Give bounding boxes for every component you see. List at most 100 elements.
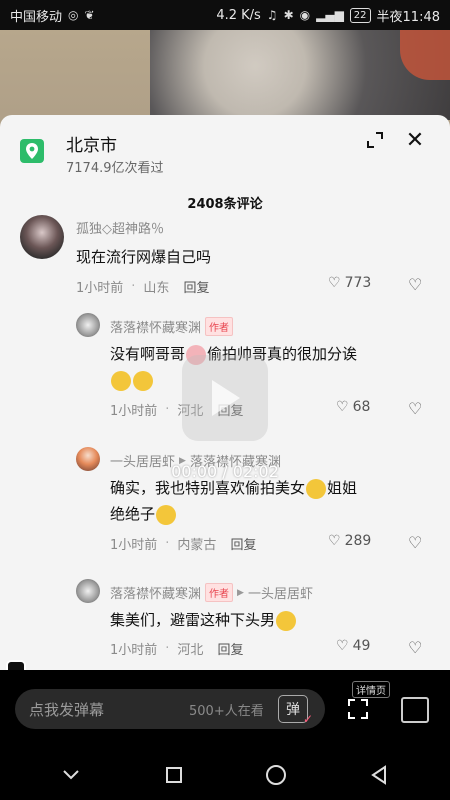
reply-button[interactable]: 回复 — [183, 277, 209, 296]
location-title[interactable]: 北京市 — [66, 131, 117, 156]
comment-author[interactable]: 落落襟怀藏寒渊 作者 ▶ 一头居居虾 — [110, 583, 313, 602]
notification-icon: ◎ — [68, 8, 79, 22]
bottom-bar: 点我发弹幕 500+人在看 弹 ✓ 详情页 — [0, 670, 450, 750]
avatar[interactable] — [20, 215, 64, 259]
dislike-icon[interactable]: ♡ — [408, 638, 422, 657]
battery-level: 22 — [349, 7, 371, 23]
wechat-icon: ❦ — [84, 8, 95, 22]
like-button[interactable]: ♡ 289 — [328, 533, 371, 549]
comment-item: 孤独◇超神路％ 现在流行网爆自己吗 1小时前 · 山东 回复 ♡ 773 ♡ — [0, 215, 450, 305]
chevron-down-icon[interactable] — [51, 760, 91, 790]
signal-icon: ▂▄▆ — [316, 8, 344, 22]
status-bar: 中国移动 ◎ ❦ 4.2 K/s ♫ ✱ ◉ ▂▄▆ 22 半夜11:48 — [0, 0, 450, 30]
check-icon: ✓ — [302, 712, 313, 726]
bluetooth-icon: ✱ — [283, 8, 294, 22]
network-speed: 4.2 K/s — [216, 7, 261, 23]
comment-time: 1小时前 — [76, 281, 124, 296]
author-badge: 作者 — [205, 317, 234, 336]
heart-icon: ♡ — [336, 399, 349, 415]
author-name[interactable]: 孤独◇超神路％ — [76, 218, 164, 237]
reply-to-name[interactable]: 一头居居虾 — [248, 583, 313, 602]
video-progress-time: 00:00 / 02:02 — [171, 462, 279, 481]
comment-meta: 1小时前 · 山东 回复 — [76, 277, 209, 296]
back-icon[interactable] — [359, 760, 399, 790]
separator-dot: · — [131, 279, 136, 294]
headphone-icon: ♫ — [266, 8, 278, 22]
comment-text-part: 绝绝子 — [110, 505, 156, 523]
fullscreen-icon[interactable] — [347, 698, 369, 720]
danmu-placeholder: 点我发弹幕 — [29, 700, 105, 719]
comment-time: 1小时前 — [110, 643, 158, 658]
clock: 半夜11:48 — [376, 9, 440, 25]
comment-text-part: 没有啊哥哥 — [110, 345, 186, 363]
eye-icon: ◉ — [299, 8, 311, 22]
comment-count: 2408条评论 — [187, 197, 263, 212]
comment-text-part: 确实，我也特别喜欢偷拍美女 — [110, 479, 306, 497]
laughing-emoji-icon — [111, 370, 131, 391]
comment-text-part: 集美们，避雷这种下头男 — [110, 611, 276, 629]
separator-dot: · — [165, 402, 170, 417]
comment-author[interactable]: 孤独◇超神路％ — [76, 218, 164, 237]
comment-text: 现在流行网爆自己吗 — [76, 248, 212, 266]
smile-emoji-icon — [276, 610, 297, 631]
like-button[interactable]: ♡ 49 — [336, 638, 370, 654]
expand-icon[interactable] — [364, 129, 386, 151]
danmu-toggle-label: 弹 — [286, 702, 300, 718]
like-count: 68 — [352, 399, 371, 415]
like-button[interactable]: ♡ 68 — [336, 399, 370, 415]
like-count: 289 — [344, 533, 372, 549]
laughing-emoji-icon — [306, 478, 327, 499]
reply-arrow-icon: ▶ — [237, 587, 244, 598]
comment-text: 确实，我也特别喜欢偷拍美女 姐姐 绝绝子 — [110, 475, 440, 527]
comment-author[interactable]: 落落襟怀藏寒渊 作者 — [110, 317, 234, 336]
home-icon[interactable] — [256, 760, 296, 790]
comment-text: 集美们，避雷这种下头男 — [110, 607, 440, 633]
author-badge: 作者 — [205, 583, 234, 602]
reply-button[interactable]: 回复 — [217, 639, 243, 658]
author-name[interactable]: 落落襟怀藏寒渊 — [110, 317, 201, 336]
location-view-count: 7174.9亿次看过 — [66, 161, 164, 176]
separator-dot: · — [165, 641, 170, 656]
location-header: 北京市 7174.9亿次看过 ✕ — [0, 115, 450, 185]
location-pin-icon — [20, 139, 44, 163]
danmu-toggle-button[interactable]: 弹 ✓ — [278, 695, 313, 726]
status-right: 4.2 K/s ♫ ✱ ◉ ▂▄▆ 22 半夜11:48 — [216, 6, 440, 25]
reply-button[interactable]: 回复 — [230, 534, 256, 553]
comment-meta: 1小时前 · 河北 回复 — [110, 639, 243, 658]
heart-icon: ♡ — [328, 275, 341, 291]
heart-icon: ♡ — [336, 638, 349, 654]
comment-time: 1小时前 — [110, 404, 158, 419]
navigation-bar — [0, 750, 450, 800]
like-count: 773 — [344, 275, 372, 291]
danmu-input[interactable]: 点我发弹幕 500+人在看 弹 ✓ — [15, 689, 325, 729]
dislike-icon[interactable]: ♡ — [408, 533, 422, 552]
comment-time: 1小时前 — [110, 538, 158, 553]
comment-meta: 1小时前 · 内蒙古 回复 — [110, 534, 256, 553]
avatar[interactable] — [76, 313, 100, 337]
detail-page-icon[interactable] — [401, 697, 429, 723]
like-button[interactable]: ♡ 773 — [328, 275, 371, 291]
comment-region: 内蒙古 — [177, 538, 217, 553]
smile-emoji-icon — [156, 504, 177, 525]
comment-item: 落落襟怀藏寒渊 作者 ▶ 一头居居虾 集美们，避雷这种下头男 1小时前 · 河北… — [0, 579, 450, 669]
detail-page-tag: 详情页 — [352, 681, 390, 698]
close-icon[interactable]: ✕ — [404, 128, 426, 153]
avatar[interactable] — [76, 579, 100, 603]
grin-emoji-icon — [133, 370, 153, 391]
heart-icon: ♡ — [328, 533, 341, 549]
separator-dot: · — [165, 536, 170, 551]
play-button[interactable] — [182, 355, 268, 441]
dislike-icon[interactable]: ♡ — [408, 275, 422, 294]
dislike-icon[interactable]: ♡ — [408, 399, 422, 418]
recents-icon[interactable] — [154, 760, 194, 790]
author-name[interactable]: 落落襟怀藏寒渊 — [110, 583, 201, 602]
comment-text: 没有啊哥哥 偷拍帅哥真的很加分诶 — [110, 341, 430, 393]
like-count: 49 — [352, 638, 371, 654]
comment-region: 山东 — [143, 281, 170, 296]
comment-text-part: 姐姐 — [327, 479, 358, 497]
comment-region: 河北 — [177, 643, 204, 658]
status-left: 中国移动 ◎ ❦ — [10, 6, 95, 25]
carrier-label: 中国移动 — [10, 9, 63, 25]
watching-count: 500+人在看 — [189, 704, 264, 719]
play-icon — [212, 380, 240, 416]
